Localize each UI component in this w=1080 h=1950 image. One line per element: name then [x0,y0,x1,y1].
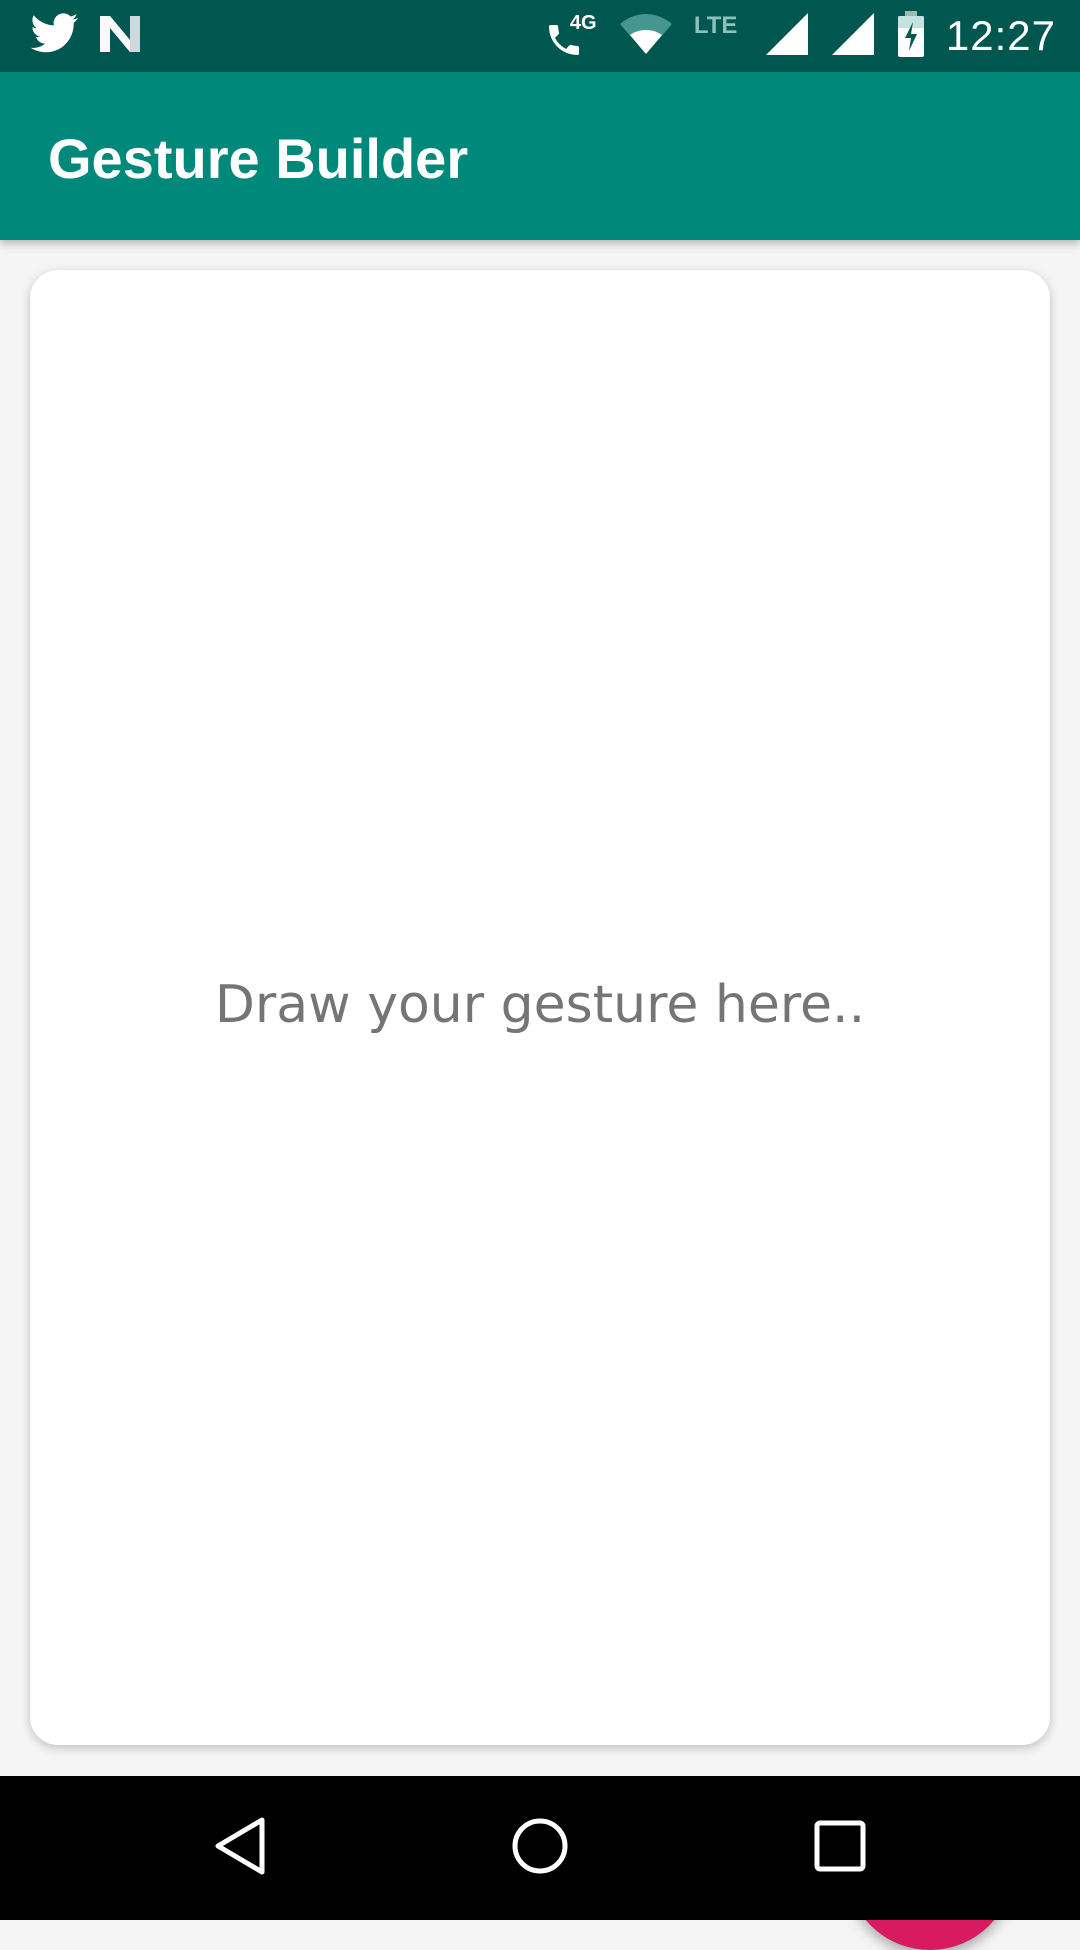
twitter-icon [30,12,80,61]
cell-signal-icon [830,11,876,62]
page-title: Gesture Builder [48,127,469,190]
n-app-icon [98,14,142,59]
back-icon [212,1816,268,1881]
network-4g-label: 4G [569,12,597,34]
back-button[interactable] [200,1808,280,1888]
wifi-calling-icon: 4G [544,12,598,60]
gesture-drawing-pad[interactable]: Draw your gesture here.. [30,270,1050,1950]
status-bar: 4G LTE 12:27 [0,0,1080,72]
gesture-hint-text: Draw your gesture here.. [214,975,866,1035]
status-time: 12:27 [945,12,1056,59]
wifi-icon [618,12,674,61]
recents-icon [814,1820,866,1877]
home-icon [510,1816,570,1881]
recents-button[interactable] [800,1808,880,1888]
network-lte-label: LTE [693,12,738,39]
cell-signal-icon [764,11,810,62]
lte-signal-icon: LTE [694,12,744,60]
home-button[interactable] [500,1808,580,1888]
navigation-bar [0,1776,1080,1920]
battery-charging-icon [896,10,926,63]
app-bar: Gesture Builder [0,72,1080,240]
